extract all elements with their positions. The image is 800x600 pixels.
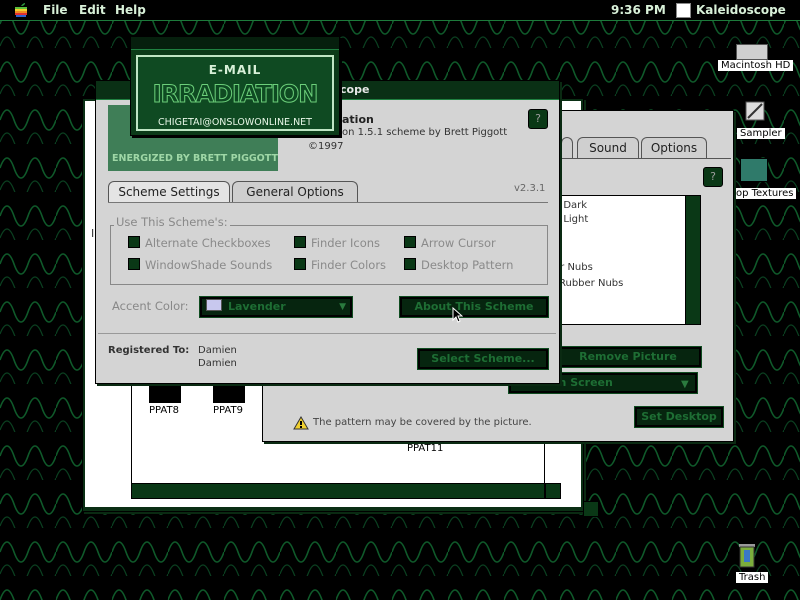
scheme-year: ©1997 xyxy=(308,141,344,152)
list-item[interactable]: Rubber Nubs xyxy=(559,278,623,289)
chevron-down-icon[interactable]: ▼ xyxy=(681,379,689,390)
irradiation-logo: IRRADIATION xyxy=(152,80,319,109)
option-arrow-cursor[interactable]: Arrow Cursor xyxy=(404,236,496,250)
remove-picture-button[interactable]: Remove Picture xyxy=(554,346,702,368)
checkbox-icon[interactable] xyxy=(404,236,416,248)
options-group xyxy=(110,225,548,285)
pattern-label-11: PPAT11 xyxy=(407,443,444,454)
tab-general-options[interactable]: General Options xyxy=(232,181,358,202)
menu-file[interactable]: File xyxy=(43,3,68,17)
textures-icon[interactable] xyxy=(740,158,768,182)
scheme-list[interactable]: e Dark e Light er Nubs Rubber Nubs xyxy=(553,195,695,325)
option-desktop-pattern[interactable]: Desktop Pattern xyxy=(404,258,513,272)
apple-menu-icon[interactable] xyxy=(14,2,28,20)
scheme-name: ation xyxy=(342,113,374,126)
option-label: Finder Icons xyxy=(311,236,381,250)
menu-clock[interactable]: 9:36 PM xyxy=(611,3,666,17)
option-label: Alternate Checkboxes xyxy=(145,236,271,250)
option-windowshade-sounds[interactable]: WindowShade Sounds xyxy=(128,258,272,272)
registered-org: Damien xyxy=(198,358,237,369)
pattern-window-grow-box[interactable] xyxy=(545,483,561,499)
sampler-icon[interactable] xyxy=(744,98,766,124)
checkbox-icon[interactable] xyxy=(128,258,140,270)
trash-label[interactable]: Trash xyxy=(736,572,769,583)
checkbox-icon[interactable] xyxy=(128,236,140,248)
help-icon-right[interactable]: ? xyxy=(703,167,723,187)
pattern-thumb-8[interactable] xyxy=(149,381,181,403)
menu-edit[interactable]: Edit xyxy=(79,3,106,17)
option-label: WindowShade Sounds xyxy=(145,258,273,272)
tab-scheme-settings[interactable]: Scheme Settings xyxy=(108,181,230,202)
tab-rule xyxy=(108,202,548,203)
option-label: Finder Colors xyxy=(311,258,387,272)
mouse-cursor-icon xyxy=(452,306,464,327)
pattern-label-9: PPAT9 xyxy=(213,405,243,416)
checkbox-icon[interactable] xyxy=(294,236,306,248)
pattern-window-grow-box-outer[interactable] xyxy=(583,501,599,517)
tab-divider xyxy=(561,158,731,159)
accent-color-value: Lavender xyxy=(228,300,286,313)
textures-label[interactable]: op Textures xyxy=(733,188,797,199)
registered-label: Registered To: xyxy=(108,345,190,356)
set-desktop-button[interactable]: Set Desktop xyxy=(634,406,724,428)
version-label: v2.3.1 xyxy=(514,183,546,194)
option-alternate-checkboxes[interactable]: Alternate Checkboxes xyxy=(128,236,271,250)
pattern-label-8: PPAT8 xyxy=(149,405,179,416)
scheme-list-scrollbar[interactable] xyxy=(685,195,701,325)
trash-icon[interactable] xyxy=(736,540,758,570)
application-menu[interactable]: Kaleidoscope xyxy=(696,3,786,17)
hard-drive-label[interactable]: Macintosh HD xyxy=(718,60,794,71)
warning-icon xyxy=(293,415,309,434)
window-title: cope xyxy=(340,83,370,96)
pattern-window-hscroll[interactable] xyxy=(131,483,545,499)
warning-text: The pattern may be covered by the pictur… xyxy=(313,417,532,428)
menu-help[interactable]: Help xyxy=(115,3,146,17)
group-label: Use This Scheme's: xyxy=(114,215,230,229)
about-scheme-button[interactable]: About This Scheme xyxy=(399,296,549,318)
option-label: Desktop Pattern xyxy=(421,258,514,272)
tab-sound[interactable]: Sound xyxy=(577,137,639,158)
chevron-down-icon: ▼ xyxy=(339,302,346,312)
sampler-label[interactable]: Sampler xyxy=(737,128,785,139)
accent-color-label: Accent Color: xyxy=(112,299,189,313)
hard-drive-icon[interactable] xyxy=(736,44,768,60)
email-popup[interactable]: E-MAIL IRRADIATION CHIGETAI@ONSLOWONLINE… xyxy=(130,36,340,136)
email-address[interactable]: CHIGETAI@ONSLOWONLINE.NET xyxy=(131,117,339,128)
footer-rule xyxy=(98,333,556,334)
tab-options[interactable]: Options xyxy=(641,137,707,158)
banner-subtitle: ENERGIZED BY BRETT PIGGOTT xyxy=(112,153,278,164)
option-finder-icons[interactable]: Finder Icons xyxy=(294,236,380,250)
registered-name: Damien xyxy=(198,345,237,356)
pattern-thumb-9[interactable] xyxy=(213,381,245,403)
option-label: Arrow Cursor xyxy=(421,236,496,250)
help-icon[interactable]: ? xyxy=(528,109,548,129)
stray-label: I xyxy=(91,227,95,240)
option-finder-colors[interactable]: Finder Colors xyxy=(294,258,386,272)
select-scheme-button[interactable]: Select Scheme... xyxy=(417,348,549,370)
menu-bar: File Edit Help 9:36 PM Kaleidoscope xyxy=(0,0,800,21)
accent-color-select[interactable]: Lavender ▼ xyxy=(199,296,353,318)
email-popup-titlebar[interactable] xyxy=(131,37,339,50)
application-menu-icon[interactable] xyxy=(676,3,691,18)
email-label: E-MAIL xyxy=(208,63,262,77)
color-swatch-icon xyxy=(206,299,222,311)
scheme-description: on 1.5.1 scheme by Brett Piggott xyxy=(342,127,508,138)
checkbox-icon[interactable] xyxy=(294,258,306,270)
tab-partial[interactable] xyxy=(561,137,573,158)
checkbox-icon[interactable] xyxy=(404,258,416,270)
